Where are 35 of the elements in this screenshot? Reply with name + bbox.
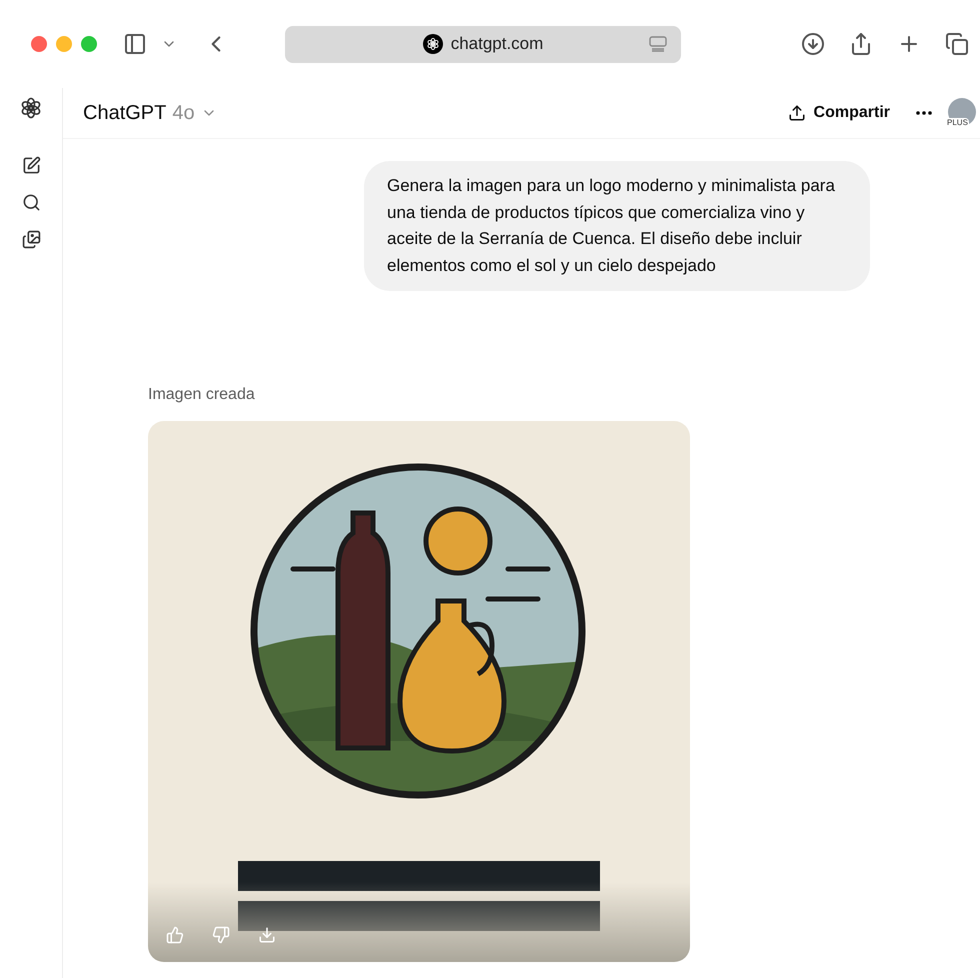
download-circle-icon: [801, 32, 825, 56]
plan-badge: PLUS: [946, 118, 969, 128]
thumbs-up-icon: [166, 926, 184, 944]
sidebar-toggle-button[interactable]: [123, 32, 147, 56]
app-title: ChatGPT: [83, 101, 166, 126]
more-icon: [916, 111, 932, 115]
logo-button[interactable]: [19, 96, 43, 120]
sidebar-icon: [123, 32, 147, 56]
library-button[interactable]: [22, 230, 40, 249]
search-button[interactable]: [22, 193, 40, 212]
model-name: 4o: [172, 101, 195, 126]
tab-overview-button[interactable]: [945, 32, 969, 56]
image-caption: Imagen creada: [148, 385, 256, 405]
address-text: chatgpt.com: [450, 33, 544, 56]
address-bar[interactable]: chatgpt.com: [285, 26, 681, 62]
share-icon: [788, 104, 806, 122]
close-window-button[interactable]: [31, 36, 47, 52]
search-icon: [22, 193, 40, 212]
knot-icon: [19, 96, 43, 120]
reader-icon: [649, 36, 667, 52]
thumbs-down-button[interactable]: [210, 924, 232, 946]
thumbs-down-icon: [212, 926, 230, 944]
compose-icon: [22, 156, 40, 175]
share-button[interactable]: [849, 32, 873, 56]
images-icon: [22, 230, 40, 249]
model-selector[interactable]: ChatGPT 4o: [83, 98, 217, 128]
share-icon: [849, 32, 873, 56]
download-icon: [258, 926, 276, 944]
downloads-button[interactable]: [801, 32, 825, 56]
new-chat-button[interactable]: [22, 156, 40, 175]
user-message-bubble: Genera la imagen para un logo moderno y minimalista para una tienda de productos típicos que comercializa vino y aceite de la Serranía de Cuenca. El diseño debe incluir elementos como el sol y un cielo despejado: [364, 161, 870, 291]
share-chat-button[interactable]: Compartir: [788, 101, 890, 125]
tabs-icon: [945, 32, 969, 56]
more-options-button[interactable]: [916, 111, 932, 115]
thumbs-up-button[interactable]: [164, 924, 186, 946]
